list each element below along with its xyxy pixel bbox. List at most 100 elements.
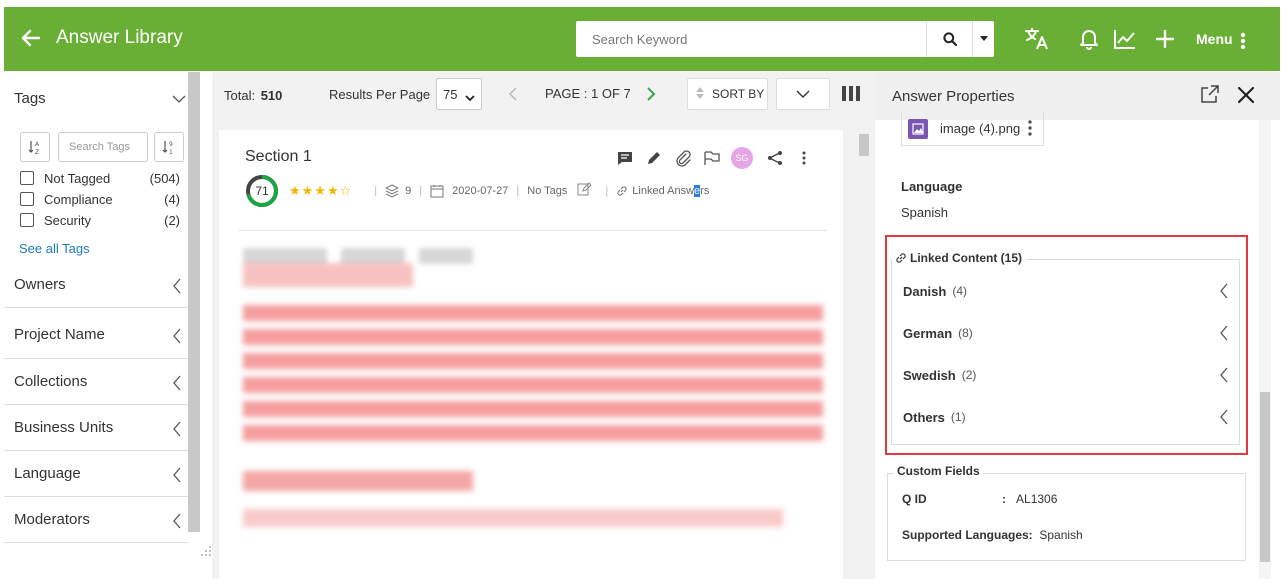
results-per-page-select[interactable]: 75 (436, 78, 482, 110)
content-scrollbar[interactable] (852, 130, 872, 579)
linked-language-name: German (903, 325, 953, 341)
chevron-down-icon[interactable] (172, 92, 186, 107)
comment-icon[interactable] (615, 148, 635, 168)
tag-filter-row[interactable]: Security (2) (20, 210, 180, 230)
results-per-page-label: Results Per Page (329, 87, 431, 102)
chevron-left-icon (172, 278, 182, 297)
versions-count[interactable]: 9 (385, 183, 412, 198)
card-divider (239, 230, 827, 231)
language-value: Spanish (901, 205, 948, 220)
chevron-left-icon[interactable] (1219, 367, 1229, 386)
supported-languages-field: Supported Languages: Spanish (902, 528, 1083, 542)
filter-section-business-units[interactable]: Business Units (4, 405, 188, 451)
menu-kebab-icon[interactable] (1240, 32, 1246, 50)
tag-filter-row[interactable]: Not Tagged (504) (20, 168, 180, 188)
filter-section-moderators[interactable]: Moderators (4, 497, 188, 543)
svg-text:9: 9 (169, 141, 173, 148)
filter-section-label: Language (14, 465, 81, 482)
filter-section-project-name[interactable]: Project Name (4, 308, 188, 359)
search-button[interactable] (926, 21, 972, 57)
scrollbar-thumb[interactable] (1260, 392, 1270, 562)
tag-checkbox[interactable] (20, 213, 34, 227)
back-arrow-icon[interactable] (20, 27, 42, 49)
linked-language-row[interactable]: Others (1) (903, 405, 1233, 429)
tags-value: No Tags (527, 184, 568, 197)
see-all-tags-link[interactable]: See all Tags (19, 241, 90, 256)
linked-language-row[interactable]: German (8) (903, 321, 1233, 345)
blurred-answer-body (243, 263, 823, 545)
columns-view-icon[interactable] (842, 86, 860, 104)
card-actions: SG (615, 147, 823, 169)
sort-by-label: SORT BY (712, 87, 765, 101)
chevron-left-icon (172, 467, 182, 486)
linked-language-row[interactable]: Danish (4) (903, 279, 1233, 303)
supported-languages-label: Supported Languages: (902, 528, 1033, 542)
sort-direction-dropdown[interactable] (776, 78, 830, 110)
chevron-left-icon[interactable] (1219, 283, 1229, 302)
answer-date: 2020-07-27 (430, 184, 508, 198)
next-page-icon[interactable] (646, 86, 656, 105)
edit-pencil-icon[interactable] (644, 148, 664, 168)
language-label: Language (901, 179, 963, 194)
sort-count-button[interactable]: 91 (154, 132, 184, 162)
blurred-metadata (243, 248, 487, 264)
attachment-paperclip-icon[interactable] (673, 148, 693, 168)
link-icon (617, 185, 627, 196)
linked-content-title: Linked Content (15) (895, 251, 1027, 265)
chevron-left-icon[interactable] (1219, 409, 1229, 428)
edit-tags-icon[interactable] (577, 182, 593, 199)
search-options-dropdown[interactable] (972, 21, 994, 57)
linked-answers-link[interactable]: Linked Answ e rs (616, 184, 709, 197)
filter-section-label: Business Units (14, 419, 114, 436)
tag-filter-row[interactable]: Compliance (4) (20, 189, 180, 209)
translate-icon[interactable] (1024, 26, 1050, 52)
svg-text:Z: Z (35, 149, 39, 155)
flag-icon[interactable] (702, 148, 722, 168)
analytics-chart-icon[interactable] (1112, 26, 1138, 52)
tag-name: Not Tagged (44, 170, 111, 186)
menu-label[interactable]: Menu (1196, 31, 1233, 47)
more-options-kebab-icon[interactable] (794, 148, 814, 168)
search-tags-input[interactable] (58, 132, 148, 162)
app-title: Answer Library (56, 27, 183, 48)
panel-scrollbar[interactable] (1259, 120, 1271, 579)
attachment-file[interactable]: image (4).png (901, 112, 1044, 146)
sort-numeric-icon: 91 (162, 141, 173, 155)
close-icon[interactable] (1237, 86, 1255, 107)
resize-handle-icon[interactable] (200, 545, 212, 557)
chevron-left-icon[interactable] (1219, 325, 1229, 344)
answer-card[interactable]: Section 1 SG 71 ★★★★☆ | 9 | 2020-07-27 |… (219, 130, 843, 579)
add-plus-icon[interactable] (1152, 26, 1178, 52)
share-icon[interactable] (765, 148, 785, 168)
linked-language-name: Danish (903, 283, 947, 299)
linked-content-title-text: Linked Content (15) (910, 251, 1023, 265)
svg-text:1: 1 (169, 149, 173, 155)
sidebar-scrollbar[interactable] (188, 72, 200, 532)
filter-section-owners[interactable]: Owners (4, 268, 188, 308)
qid-value-wrap: : AL1306 (1002, 492, 1057, 506)
panel-title: Answer Properties (892, 88, 1015, 105)
qid-separator: : (1002, 492, 1006, 506)
search-icon (942, 32, 957, 46)
versions-value: 9 (405, 184, 412, 197)
prev-page-icon[interactable] (508, 86, 518, 105)
file-options-kebab-icon[interactable] (1028, 120, 1032, 139)
filter-section-language[interactable]: Language (4, 451, 188, 497)
tag-checkbox[interactable] (20, 192, 34, 206)
export-icon[interactable] (1199, 83, 1221, 108)
filter-section-collections[interactable]: Collections (4, 359, 188, 405)
scrollbar-thumb[interactable] (859, 134, 869, 156)
star-rating[interactable]: ★★★★☆ (289, 183, 352, 199)
linked-content-highlight: Linked Content (15) Danish (4) German (8… (885, 235, 1248, 455)
linked-language-row[interactable]: Swedish (2) (903, 363, 1233, 387)
avatar[interactable]: SG (731, 147, 753, 169)
file-name: image (4).png (940, 121, 1021, 136)
search-input[interactable] (576, 21, 926, 57)
qid-field: Q ID : AL1306 (902, 492, 1057, 506)
sort-alpha-button[interactable]: AZ (20, 132, 50, 162)
qid-value: AL1306 (1016, 492, 1058, 506)
sort-by-button[interactable]: SORT BY (687, 78, 768, 110)
tag-checkbox[interactable] (20, 171, 34, 185)
tags-heading: Tags (14, 90, 46, 107)
bell-icon[interactable] (1076, 26, 1102, 52)
